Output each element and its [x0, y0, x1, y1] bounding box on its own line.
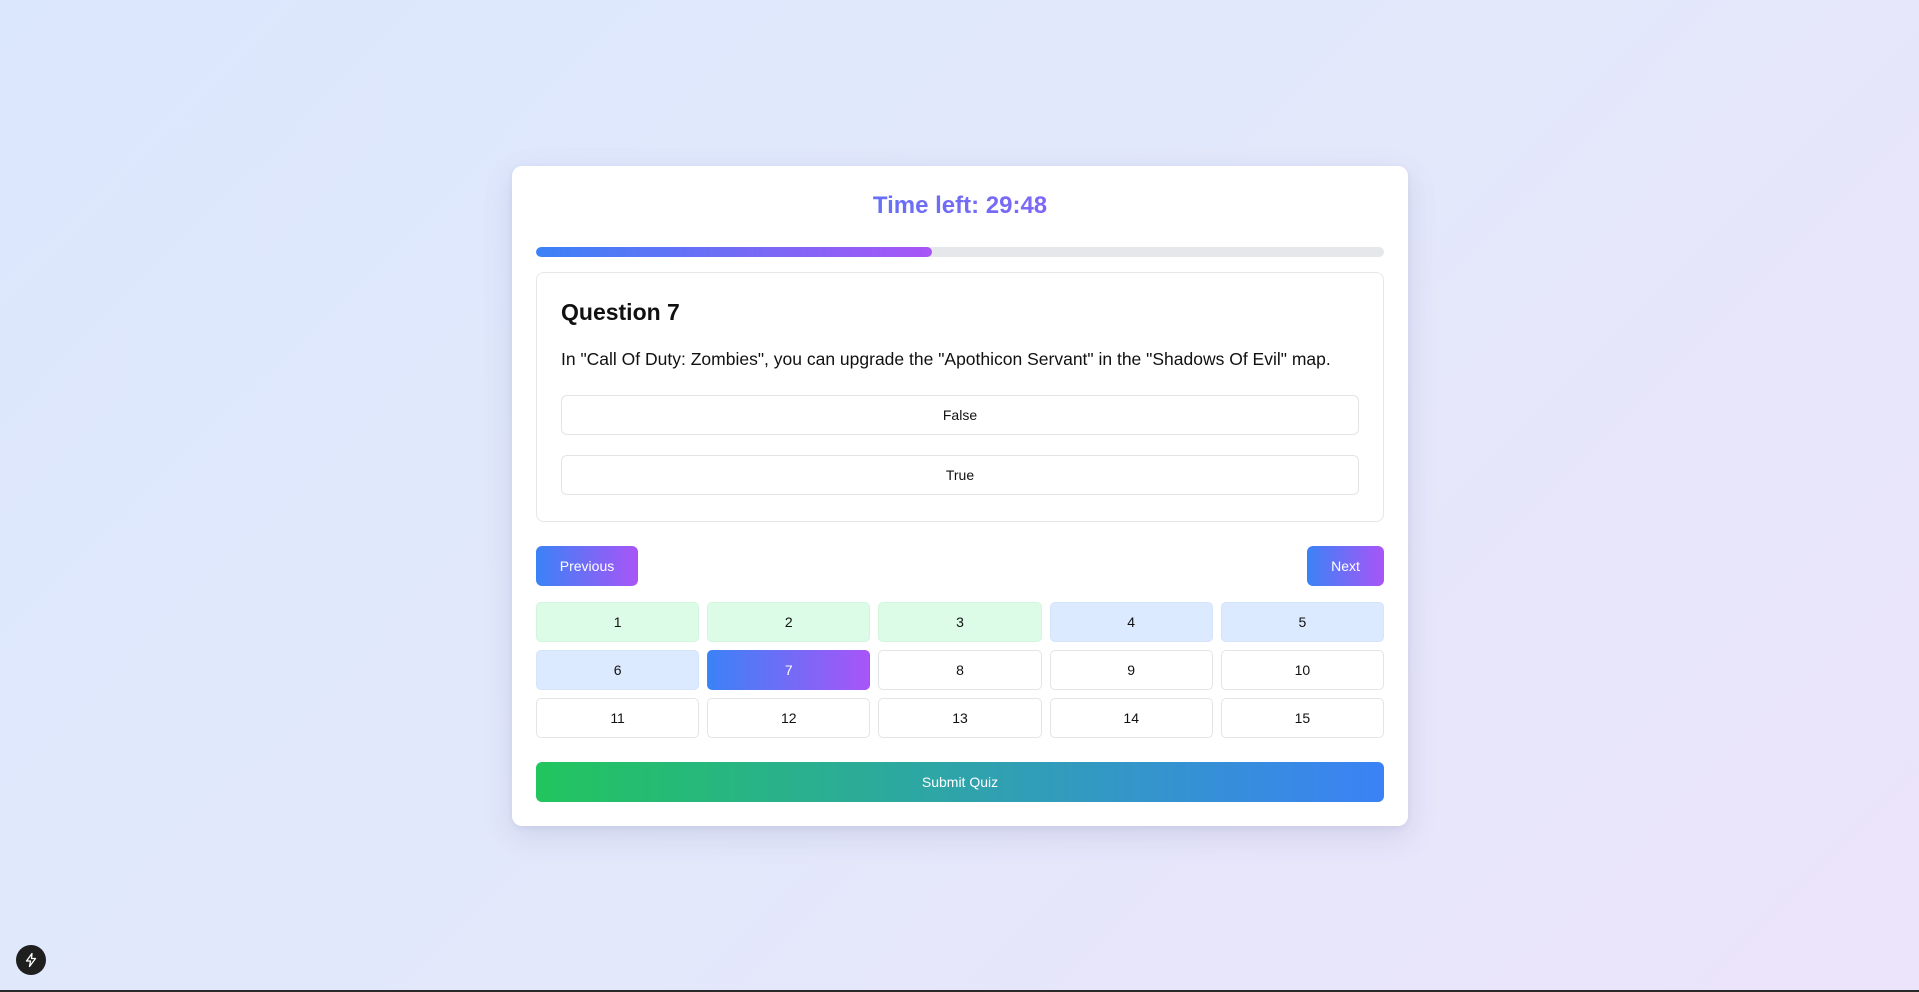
question-panel: Question 7 In "Call Of Duty: Zombies", y… [536, 272, 1384, 522]
submit-quiz-button[interactable]: Submit Quiz [536, 762, 1384, 802]
question-number-13[interactable]: 13 [878, 698, 1042, 738]
question-number-7[interactable]: 7 [707, 650, 871, 690]
question-number-12[interactable]: 12 [707, 698, 871, 738]
question-title: Question 7 [561, 299, 680, 325]
progress-bar-fill [536, 247, 932, 257]
timer: Time left: 29:48 [512, 192, 1408, 220]
question-number-3[interactable]: 3 [878, 602, 1042, 642]
question-number-4[interactable]: 4 [1049, 602, 1213, 642]
question-number-8[interactable]: 8 [878, 650, 1042, 690]
question-number-5[interactable]: 5 [1220, 602, 1384, 642]
lightning-bolt-icon [25, 952, 37, 968]
timer-label: Time left: [872, 192, 980, 219]
timer-value: 29:48 [985, 192, 1048, 219]
previous-button[interactable]: Previous [536, 546, 638, 586]
question-number-2[interactable]: 2 [707, 602, 871, 642]
question-number-15[interactable]: 15 [1220, 698, 1384, 738]
next-button[interactable]: Next [1307, 546, 1384, 586]
answer-option-true[interactable]: True [561, 455, 1359, 495]
question-number-6[interactable]: 6 [536, 650, 700, 690]
question-navigator-grid: 1 2 3 4 5 6 7 8 9 10 11 12 13 14 15 [536, 602, 1384, 738]
answer-option-false[interactable]: False [561, 395, 1359, 435]
question-text: In "Call Of Duty: Zombies", you can upgr… [561, 349, 1331, 369]
quiz-card: Time left: 29:48 Question 7 In "Call Of … [512, 166, 1408, 826]
question-number-10[interactable]: 10 [1220, 650, 1384, 690]
question-number-9[interactable]: 9 [1049, 650, 1213, 690]
corner-badge[interactable] [16, 945, 46, 975]
question-number-14[interactable]: 14 [1049, 698, 1213, 738]
question-number-1[interactable]: 1 [536, 602, 700, 642]
question-number-11[interactable]: 11 [536, 698, 700, 738]
progress-bar [536, 247, 1384, 257]
